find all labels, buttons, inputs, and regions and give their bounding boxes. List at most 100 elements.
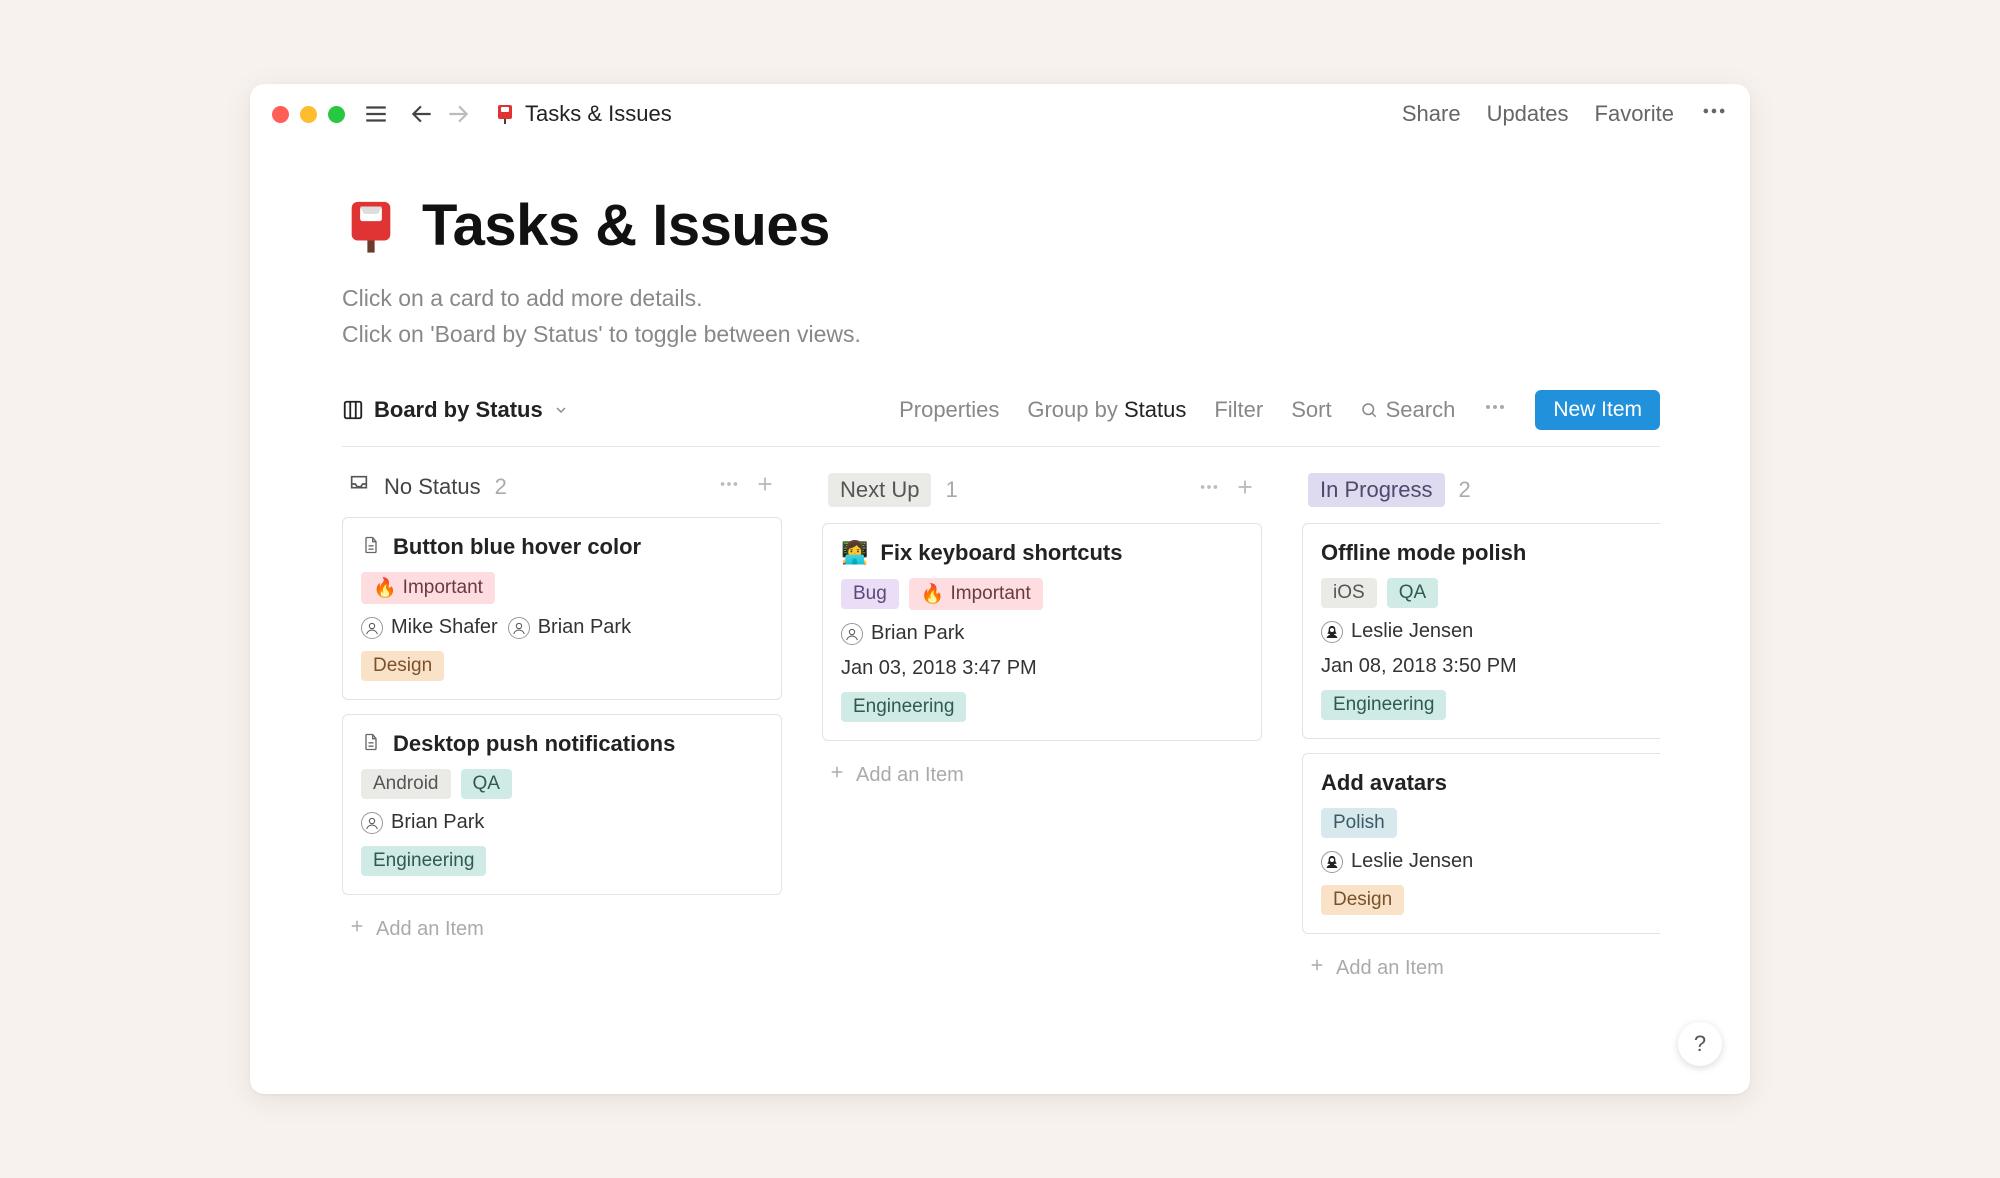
avatar [1321,621,1343,643]
plus-icon [1308,956,1326,980]
close-window-button[interactable] [272,106,289,123]
board-column: No Status 2 Button blue hover color 🔥Import… [342,473,782,988]
board-card[interactable]: Offline mode polishiOSQALeslie JensenJan… [1302,523,1660,739]
help-button[interactable]: ? [1678,1022,1722,1066]
new-item-button[interactable]: New Item [1535,390,1660,430]
card-title: Add avatars [1321,770,1447,796]
page-icon [361,535,381,559]
nav-arrows [409,101,471,127]
filter-button[interactable]: Filter [1214,397,1263,423]
column-add-icon[interactable] [1234,476,1256,504]
assignee: Leslie Jensen [1321,850,1473,873]
minimize-window-button[interactable] [300,106,317,123]
page-icon[interactable] [342,197,400,255]
card-tags: 🔥Important [361,572,763,604]
app-window: Tasks & Issues Share Updates Favorite Ta… [250,84,1750,1094]
board-card[interactable]: Add avatarsPolishLeslie JensenDesign [1302,753,1660,934]
column-name[interactable]: Next Up [828,473,931,507]
add-item-label: Add an Item [376,918,484,941]
postbox-icon [493,102,517,126]
column-actions [718,473,776,501]
view-switcher-label: Board by Status [374,397,543,423]
subtitle-line-2: Click on 'Board by Status' to toggle bet… [342,317,1660,353]
search-button[interactable]: Search [1360,397,1456,423]
avatar [361,617,383,639]
card-date: Jan 08, 2018 3:50 PM [1321,655,1660,678]
team-tag: Design [361,651,444,681]
column-header: Next Up 1 [822,473,1262,507]
board-column: In Progress2Offline mode polishiOSQALesl… [1302,473,1660,988]
back-button[interactable] [409,101,435,127]
column-more-icon[interactable] [718,473,740,501]
updates-button[interactable]: Updates [1487,101,1569,127]
column-header: No Status 2 [342,473,782,501]
assignee-name: Brian Park [871,622,964,645]
titlebar-actions: Share Updates Favorite [1402,97,1728,131]
search-icon [1360,401,1378,419]
board-card[interactable]: Button blue hover color 🔥Important Mike Sh… [342,517,782,700]
team-tag: Engineering [1321,690,1446,720]
assignee-name: Mike Shafer [391,616,498,639]
add-item-button[interactable]: Add an Item [822,755,1262,795]
card-title-row: Desktop push notifications [361,731,763,757]
card-date: Jan 03, 2018 3:47 PM [841,657,1243,680]
plus-icon [828,763,846,787]
column-add-icon[interactable] [754,473,776,501]
board-card[interactable]: 👩‍💻Fix keyboard shortcutsBug🔥ImportantBr… [822,523,1262,741]
share-button[interactable]: Share [1402,101,1461,127]
card-teams: Engineering [1321,690,1660,720]
column-more-icon[interactable] [1198,476,1220,504]
sort-button[interactable]: Sort [1291,397,1331,423]
card-title-row: Add avatars [1321,770,1660,796]
plus-icon [348,917,366,941]
team-tag: Engineering [841,692,966,722]
card-emoji-icon: 👩‍💻 [841,540,868,566]
tag-label: QA [473,773,500,795]
page-content: Tasks & Issues Click on a card to add mo… [250,144,1750,1094]
avatar [361,812,383,834]
assignee-name: Leslie Jensen [1351,620,1473,643]
toolbar-more-icon[interactable] [1483,395,1507,425]
chevron-down-icon [553,402,569,418]
board-card[interactable]: Desktop push notificationsAndroidQABrian… [342,714,782,895]
card-assignees: Brian Park [841,622,1243,645]
group-by-button[interactable]: Group by Status [1027,397,1186,423]
kanban-board: No Status 2 Button blue hover color 🔥Import… [342,473,1660,988]
column-name[interactable]: In Progress [1308,473,1445,507]
properties-button[interactable]: Properties [899,397,999,423]
card-title-row: Button blue hover color [361,534,763,560]
more-menu-icon[interactable] [1700,97,1728,131]
column-count: 2 [495,474,507,500]
column-count: 2 [1459,477,1471,503]
breadcrumb[interactable]: Tasks & Issues [493,101,672,127]
view-switcher[interactable]: Board by Status [342,397,569,423]
add-item-button[interactable]: Add an Item [342,909,782,949]
forward-button[interactable] [445,101,471,127]
sidebar-toggle-icon[interactable] [363,101,389,127]
avatar [1321,851,1343,873]
assignee: Leslie Jensen [1321,620,1473,643]
column-actions [1198,476,1256,504]
team-tag: Engineering [361,846,486,876]
breadcrumb-label: Tasks & Issues [525,101,672,127]
assignee: Brian Park [508,616,631,639]
column-name[interactable]: No Status [384,474,481,500]
page-title: Tasks & Issues [422,192,830,259]
add-item-label: Add an Item [856,764,964,787]
favorite-button[interactable]: Favorite [1595,101,1674,127]
add-item-button[interactable]: Add an Item [1302,948,1660,988]
tag-label: iOS [1333,582,1365,604]
team-tag: Design [1321,885,1404,915]
tag-label: Bug [853,583,887,605]
card-teams: Engineering [361,846,763,876]
page-icon [361,732,381,756]
assignee-name: Brian Park [538,616,631,639]
tag-label: Important [950,583,1030,605]
card-teams: Design [361,651,763,681]
column-count: 1 [945,477,957,503]
tag-label: QA [1399,582,1426,604]
card-tag: iOS [1321,578,1377,608]
maximize-window-button[interactable] [328,106,345,123]
assignee-name: Brian Park [391,811,484,834]
subtitle-line-1: Click on a card to add more details. [342,281,1660,317]
